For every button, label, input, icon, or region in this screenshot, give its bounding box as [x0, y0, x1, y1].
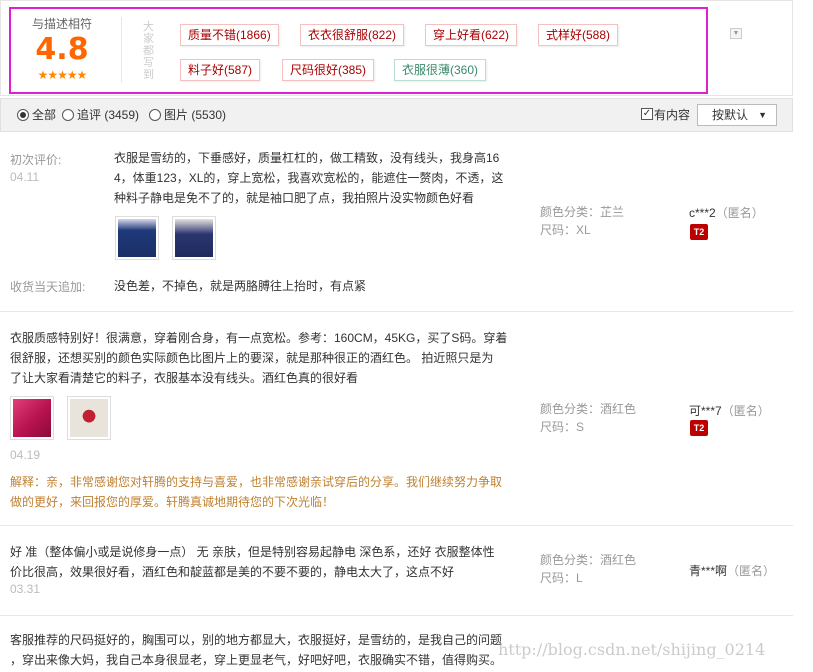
followup-text: 没色差，不掉色，就是两胳膊往上抬时，有点紧 — [114, 279, 367, 293]
followup-label: 收货当天追加: — [10, 280, 86, 294]
filter-all-label[interactable]: 全部 — [32, 109, 56, 122]
sku-size-label: 尺码： — [540, 420, 577, 434]
sku-color-label: 颜色分类： — [540, 402, 601, 416]
anonymous-tag: （匿名） — [727, 564, 776, 578]
reviewer-nick: c***2 — [689, 206, 716, 220]
has-content-label[interactable]: 有内容 — [654, 109, 690, 122]
radio-pictures[interactable] — [149, 109, 161, 121]
review-text-line: 很舒服，还想买别的颜色实际颜色比图片上的要深，就是那种很正的酒红色。 拍近照只是… — [10, 351, 494, 365]
review-text-line: 客服推荐的尺码挺好的，胸围可以，别的地方都显大，衣服挺好，是雪纺的，是我自己的问… — [10, 633, 503, 647]
review-item: 衣服质感特别好！很满意，穿着刚合身，有一点宽松。参考：160CM，45KG，买了… — [0, 312, 793, 526]
filter-pictures-label[interactable]: 图片 (5530) — [164, 109, 226, 122]
review-item: 初次评价: 04.11 衣服是雪纺的，下垂感好，质量杠杠的，做工精致，没有线头，… — [0, 140, 793, 312]
review-text: 客服推荐的尺码挺好的，胸围可以，别的地方都显大，衣服挺好，是雪纺的，是我自己的问… — [10, 630, 520, 670]
sku-size-value: S — [576, 420, 585, 434]
review-text: 衣服是雪纺的，下垂感好，质量杠杠的，做工精致，没有线头，我身高16 4，体重12… — [114, 148, 514, 208]
review-text-line: ，穿出来像大妈，我自己本身很显老，穿上更显老气，好吧好吧，衣服确实不错，值得购买… — [10, 653, 503, 667]
filter-followup-label[interactable]: 追评 (3459) — [77, 109, 139, 122]
chevron-down-icon: ▼ — [758, 110, 767, 120]
reviewer-name: c***2（匿名） — [689, 204, 764, 221]
anonymous-tag: （匿名） — [721, 404, 770, 418]
reviewer-nick: 青***啊 — [689, 564, 728, 578]
review-text: 衣服质感特别好！很满意，穿着刚合身，有一点宽松。参考：160CM，45KG，买了… — [10, 328, 510, 388]
first-review-label: 初次评价: — [10, 153, 62, 167]
sku-color-value: 酒红色 — [600, 402, 637, 416]
filter-bar: 全部 追评 (3459) 图片 (5530) ✓ 有内容 按默认 ▼ — [0, 98, 793, 132]
sku-info: 颜色分类：酒红色 尺码：L — [540, 551, 636, 587]
review-text-line: 衣服是雪纺的，下垂感好，质量杠杠的，做工精致，没有线头，我身高16 — [114, 151, 500, 165]
sku-color-label: 颜色分类： — [540, 205, 601, 219]
sku-color-label: 颜色分类： — [540, 553, 601, 567]
sku-size-label: 尺码： — [540, 223, 577, 237]
radio-followup[interactable] — [62, 109, 74, 121]
sku-size-value: L — [576, 571, 583, 585]
vip-level-icon: T2 — [690, 224, 708, 240]
review-text: 好 准（整体偏小或是说修身一点） 无 亲肤，但是特别容易起静电 深色系，还好 衣… — [10, 542, 510, 582]
sku-size-value: XL — [576, 223, 591, 237]
review-text-line: 4，体重123，XL的，穿上宽松，我喜欢宽松的，能遮住一赘肉，不透，这 — [114, 171, 504, 185]
reviewer-nick: 可***7 — [689, 404, 722, 418]
review-photo-thumbnail[interactable] — [115, 216, 159, 260]
chevron-down-icon[interactable]: ▼ — [730, 28, 742, 39]
review-item: 好 准（整体偏小或是说修身一点） 无 亲肤，但是特别容易起静电 深色系，还好 衣… — [0, 526, 793, 616]
vip-level-icon: T2 — [690, 420, 708, 436]
review-photo-thumbnail[interactable] — [10, 396, 54, 440]
review-photo-thumbnail[interactable] — [67, 396, 111, 440]
sort-dropdown[interactable]: 按默认 ▼ — [697, 104, 777, 126]
radio-all[interactable] — [17, 109, 29, 121]
seller-reply: 解释：亲，非常感谢您对轩腾的支持与喜爱，也非常感谢亲试穿后的分享。我们继续努力争… — [10, 472, 530, 512]
sku-size-label: 尺码： — [540, 571, 577, 585]
review-photo-thumbnail[interactable] — [172, 216, 216, 260]
sku-color-value: 芷兰 — [600, 205, 625, 219]
review-date: 04.19 — [10, 448, 41, 462]
review-date: 03.31 — [10, 582, 41, 596]
seller-reply-line: 解释：亲，非常感谢您对轩腾的支持与喜爱，也非常感谢亲试穿后的分享。我们继续努力争… — [10, 475, 503, 489]
review-text-line: 好 准（整体偏小或是说修身一点） 无 亲肤，但是特别容易起静电 深色系，还好 衣… — [10, 545, 495, 559]
reviewer-name: 青***啊（匿名） — [689, 562, 775, 579]
sort-label: 按默认 — [712, 108, 749, 122]
anonymous-tag: （匿名） — [715, 206, 764, 220]
review-text-line: 种料子静电是免不了的，就是袖口肥了点，我拍照片没实物颜色好看 — [114, 191, 475, 205]
watermark: http://blog.csdn.net/shijing_0214 — [498, 640, 766, 659]
highlight-frame — [9, 7, 708, 94]
seller-reply-line: 做的更好，来回报您的厚爱。轩腾真诚地期待您的下次光临！ — [10, 495, 335, 509]
review-date: 04.11 — [10, 170, 40, 184]
review-text-line: 价比很高，效果很好看，酒红色和靛蓝都是美的不要不要的，静电太大了，这点不好 — [10, 565, 455, 579]
reviewer-name: 可***7（匿名） — [689, 402, 770, 419]
sku-info: 颜色分类：芷兰 尺码：XL — [540, 203, 624, 239]
review-text-line: 了让大家看清楚它的料子，衣服基本没有线头。酒红色真的很好看 — [10, 371, 359, 385]
has-content-checkbox[interactable]: ✓ — [641, 108, 653, 120]
review-text-line: 衣服质感特别好！很满意，穿着刚合身，有一点宽松。参考：160CM，45KG，买了… — [10, 331, 508, 345]
sku-info: 颜色分类：酒红色 尺码：S — [540, 400, 636, 436]
sku-color-value: 酒红色 — [600, 553, 637, 567]
